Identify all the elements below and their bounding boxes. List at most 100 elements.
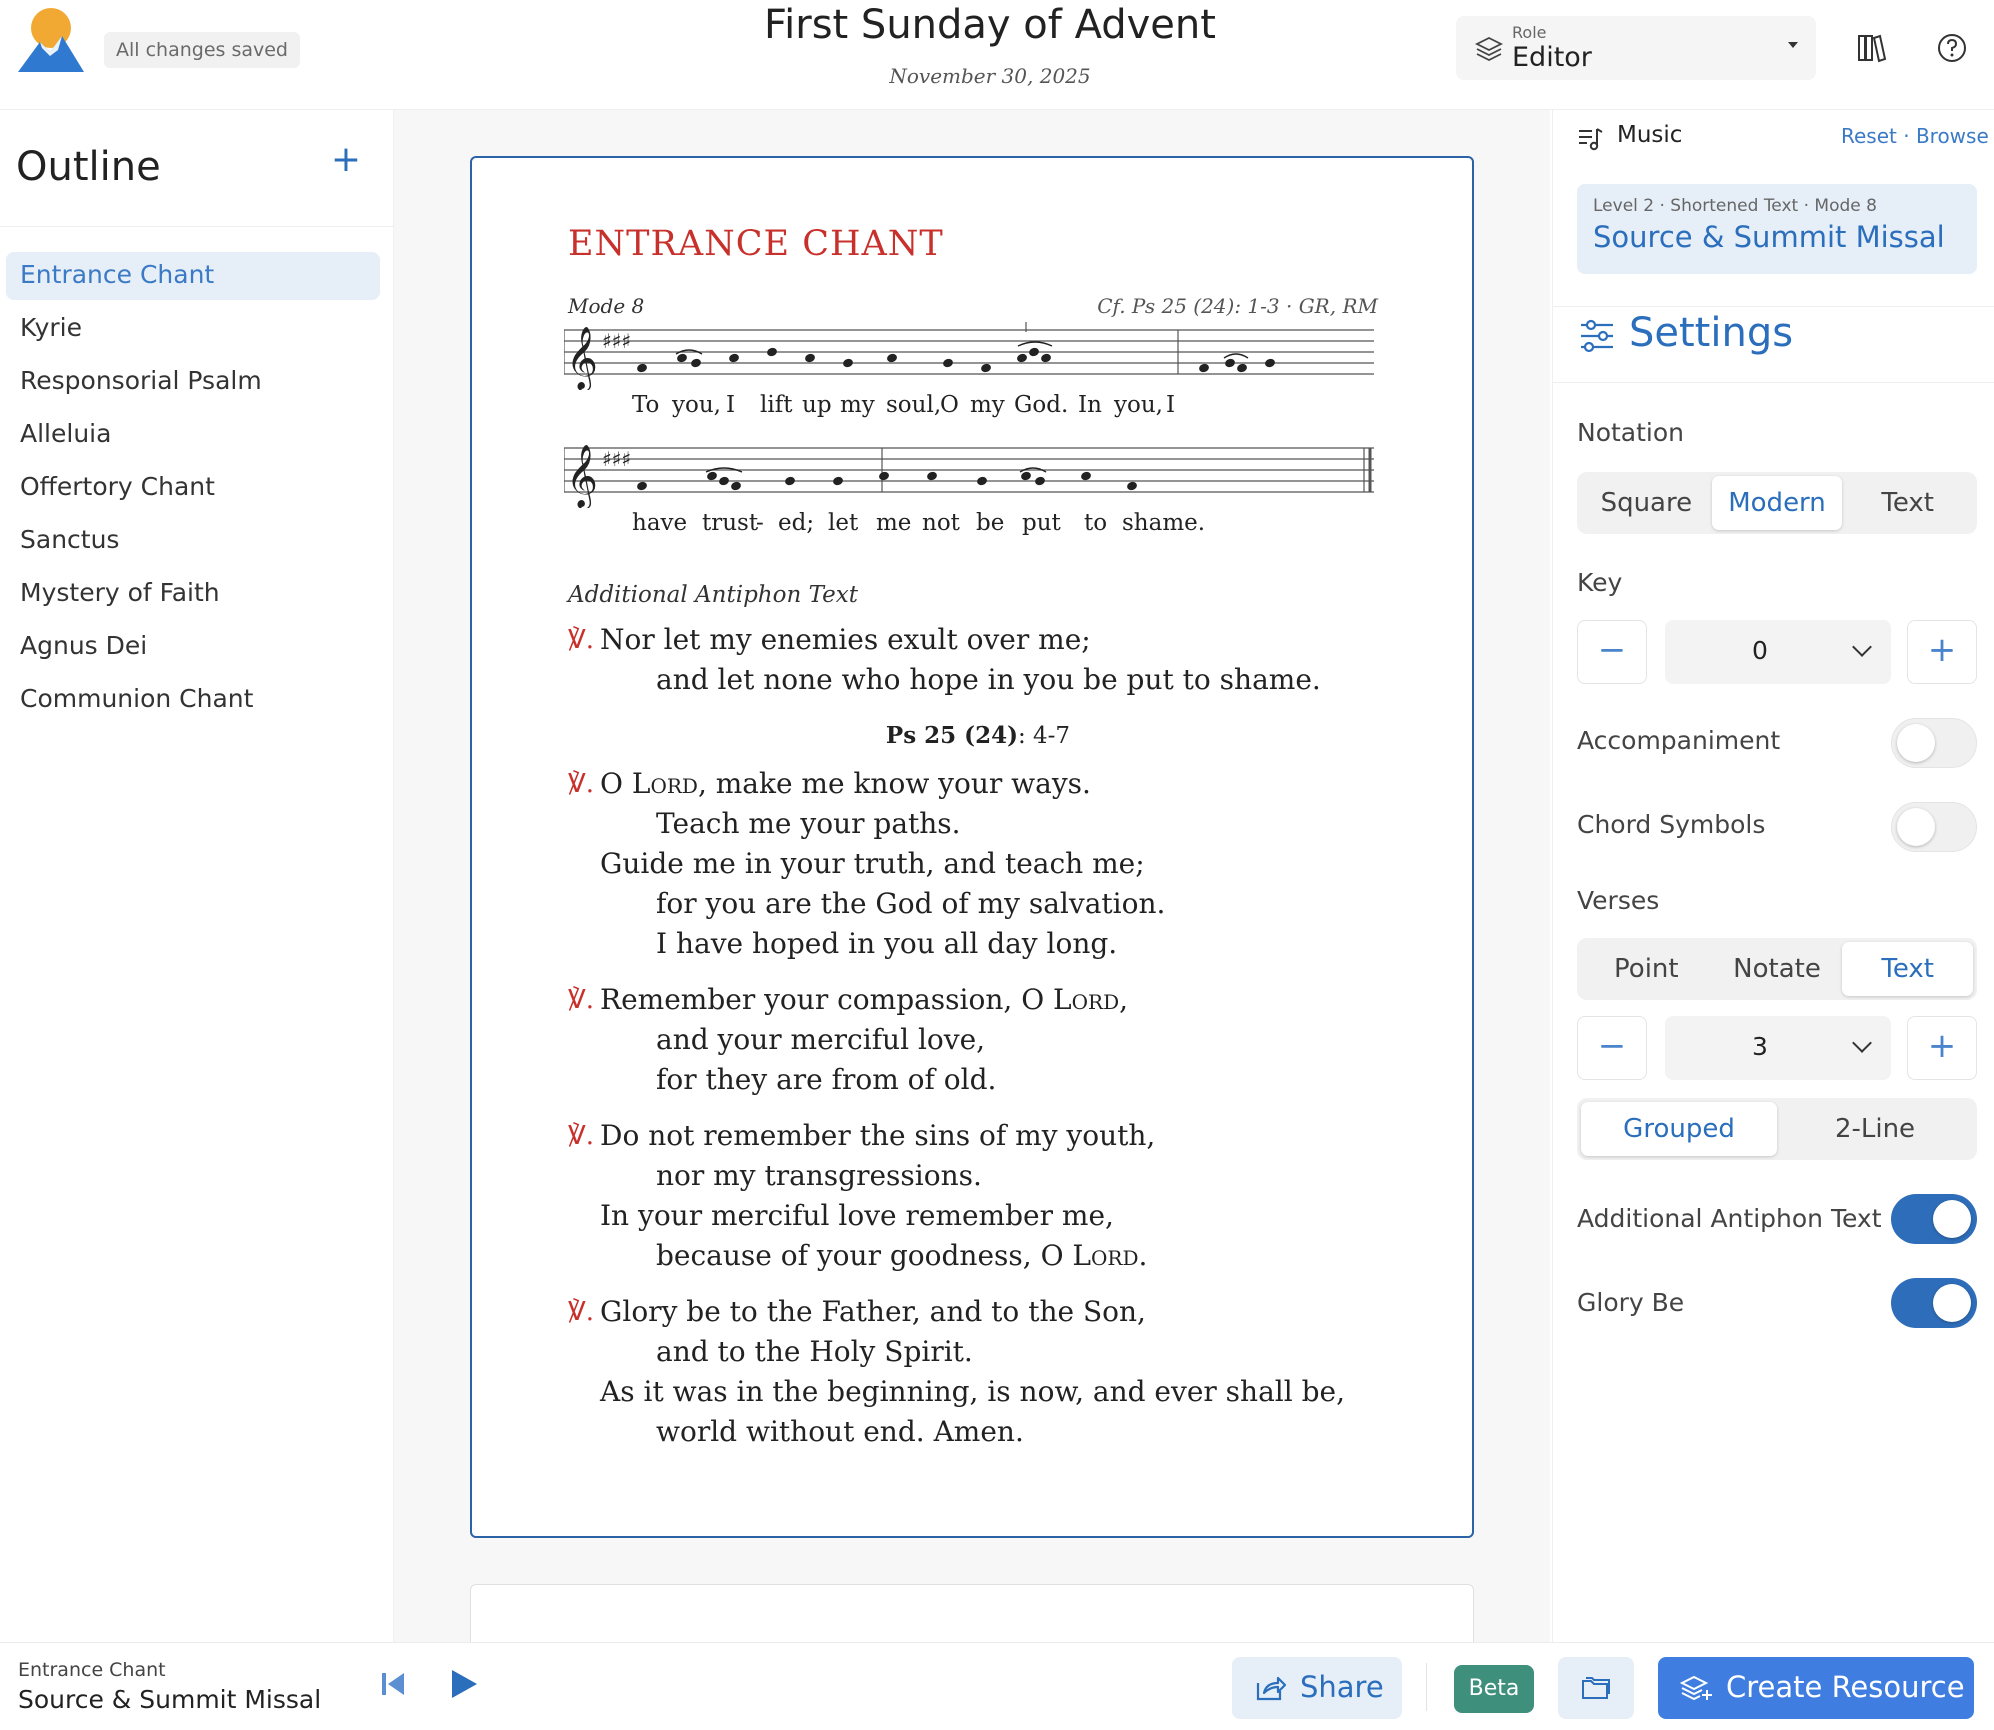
additional-antiphon-text-toggle[interactable]: [1891, 1194, 1977, 1244]
settings-title: Settings: [1629, 310, 1794, 356]
layout-option-2-line[interactable]: 2-Line: [1777, 1102, 1973, 1156]
folder-icon: [1582, 1677, 1610, 1699]
verse-text: O: [600, 767, 632, 800]
outline-sidebar: Outline + Entrance Chant Kyrie Responsor…: [0, 110, 394, 1726]
verses-option-text[interactable]: Text: [1842, 942, 1974, 996]
add-section-button[interactable]: +: [330, 142, 362, 178]
note-head: [729, 353, 739, 363]
verses-increment-button[interactable]: +: [1907, 1016, 1977, 1080]
outline-item-alleluia[interactable]: Alleluia: [6, 411, 380, 459]
glory-be-label: Glory Be: [1577, 1288, 1685, 1317]
antiphon-line: ℣. Nor let my enemies exult over me;: [568, 620, 1428, 660]
note-head: [843, 358, 853, 368]
outline-item-offertory-chant[interactable]: Offertory Chant: [6, 464, 380, 512]
note-head: [637, 481, 647, 491]
glory-be-toggle[interactable]: [1891, 1278, 1977, 1328]
verse-mark: ℣.: [568, 1121, 595, 1151]
note-head: [1127, 481, 1137, 491]
verse-line: As it was in the beginning, is now, and …: [600, 1375, 1345, 1408]
chant-source-reference: Cf. Ps 25 (24): 1-3 · GR, RM: [1097, 294, 1378, 318]
antiphon-line: and let none who hope in you be put to s…: [656, 663, 1321, 696]
divider: [1553, 382, 1994, 383]
skip-back-icon[interactable]: [378, 1669, 408, 1699]
outline-list: Entrance Chant Kyrie Responsorial Psalm …: [6, 252, 380, 729]
chant-mode: Mode 8: [568, 294, 645, 318]
verse-text: , make me know your ways.: [697, 767, 1091, 800]
verse-mark: ℣.: [568, 625, 595, 655]
divider: [1426, 1663, 1427, 1711]
lyric-syllable: let: [828, 510, 859, 536]
key-decrement-button[interactable]: −: [1577, 620, 1647, 684]
lyric-syllable: ed;: [778, 510, 815, 536]
notation-option-square[interactable]: Square: [1581, 476, 1712, 530]
svg-text:♯♯♯: ♯♯♯: [602, 447, 631, 471]
toggle-knob: [1897, 808, 1935, 846]
music-staff-1: 𝄞 ♯♯♯: [564, 322, 1374, 390]
verses-option-point[interactable]: Point: [1581, 942, 1712, 996]
role-select[interactable]: Role Editor: [1456, 16, 1816, 80]
note-head: [879, 471, 889, 481]
note-head: [943, 358, 953, 368]
verses-decrement-button[interactable]: −: [1577, 1016, 1647, 1080]
bottom-player-bar: Entrance Chant Source & Summit Missal Sh…: [0, 1642, 1994, 1730]
lyric-syllable: you,: [672, 392, 721, 418]
share-button[interactable]: Share: [1232, 1657, 1402, 1719]
outline-item-agnus-dei[interactable]: Agnus Dei: [6, 623, 380, 671]
lyric-syllable: put: [1022, 510, 1061, 536]
caret-down-icon: [1788, 42, 1798, 48]
verse-line: for you are the God of my salvation.: [656, 887, 1166, 920]
selected-music-card[interactable]: Level 2 · Shortened Text · Mode 8 Source…: [1577, 184, 1977, 274]
lord-small-caps: Lord: [1072, 1239, 1139, 1272]
lyric-syllable: up: [802, 392, 832, 418]
entrance-chant-page[interactable]: ENTRANCE CHANT Mode 8 Cf. Ps 25 (24): 1-…: [470, 156, 1474, 1538]
verse-line: for they are from of old.: [656, 1063, 997, 1096]
toggle-knob: [1933, 1284, 1971, 1322]
lyric-syllable: soul,: [886, 392, 942, 418]
verses-count-select[interactable]: 3: [1665, 1016, 1891, 1080]
outline-item-communion-chant[interactable]: Communion Chant: [6, 676, 380, 724]
chant-title: ENTRANCE CHANT: [568, 224, 944, 264]
verse-line: and your merciful love,: [656, 1023, 986, 1056]
verses-segmented-control: Point Notate Text: [1577, 938, 1977, 1000]
lyric-syllable: I: [1166, 392, 1176, 418]
library-books-icon[interactable]: [1854, 30, 1890, 66]
chord-symbols-toggle[interactable]: [1891, 802, 1977, 852]
accompaniment-toggle[interactable]: [1891, 718, 1977, 768]
key-select[interactable]: 0: [1665, 620, 1891, 684]
play-icon[interactable]: [448, 1667, 480, 1701]
music-staff-2: 𝄞 ♯♯♯: [564, 444, 1374, 508]
outline-title: Outline: [16, 144, 161, 190]
note-head: [981, 363, 991, 373]
lord-small-caps: Lord: [631, 767, 698, 800]
outline-item-responsorial-psalm[interactable]: Responsorial Psalm: [6, 358, 380, 406]
help-circle-icon[interactable]: [1934, 30, 1970, 66]
layout-option-grouped[interactable]: Grouped: [1581, 1102, 1777, 1156]
outline-item-kyrie[interactable]: Kyrie: [6, 305, 380, 353]
notation-option-modern[interactable]: Modern: [1711, 476, 1843, 530]
lyric-syllable: my: [970, 392, 1005, 418]
notation-option-text[interactable]: Text: [1842, 476, 1973, 530]
lyric-syllable: trust: [702, 510, 759, 536]
lyric-syllable: not: [922, 510, 960, 536]
key-increment-button[interactable]: +: [1907, 620, 1977, 684]
note-head: [927, 471, 937, 481]
create-resource-button[interactable]: Create Resource: [1658, 1657, 1974, 1719]
verse-line: Teach me your paths.: [656, 807, 961, 840]
verse-text: Remember your compassion, O: [600, 983, 1054, 1016]
slur: [1017, 341, 1053, 347]
create-resource-label: Create Resource: [1726, 1670, 1965, 1704]
verse-line: ℣. O Lord, make me know your ways.: [568, 764, 1428, 804]
outline-item-sanctus[interactable]: Sanctus: [6, 517, 380, 565]
key-label: Key: [1577, 568, 1623, 597]
folder-button[interactable]: [1558, 1657, 1634, 1719]
note-head: [637, 363, 647, 373]
psalm-ref-bold: Ps 25 (24): [885, 722, 1018, 749]
outline-item-mystery-of-faith[interactable]: Mystery of Faith: [6, 570, 380, 618]
sliders-icon: [1581, 319, 1613, 353]
beta-badge[interactable]: Beta: [1454, 1665, 1534, 1713]
note-head: [887, 353, 897, 363]
verses-option-notate[interactable]: Notate: [1712, 942, 1843, 996]
verse-line: Guide me in your truth, and teach me;: [600, 847, 1145, 880]
outline-item-entrance-chant[interactable]: Entrance Chant: [6, 252, 380, 300]
music-reset-browse-links[interactable]: Reset · Browse: [1841, 124, 1989, 148]
